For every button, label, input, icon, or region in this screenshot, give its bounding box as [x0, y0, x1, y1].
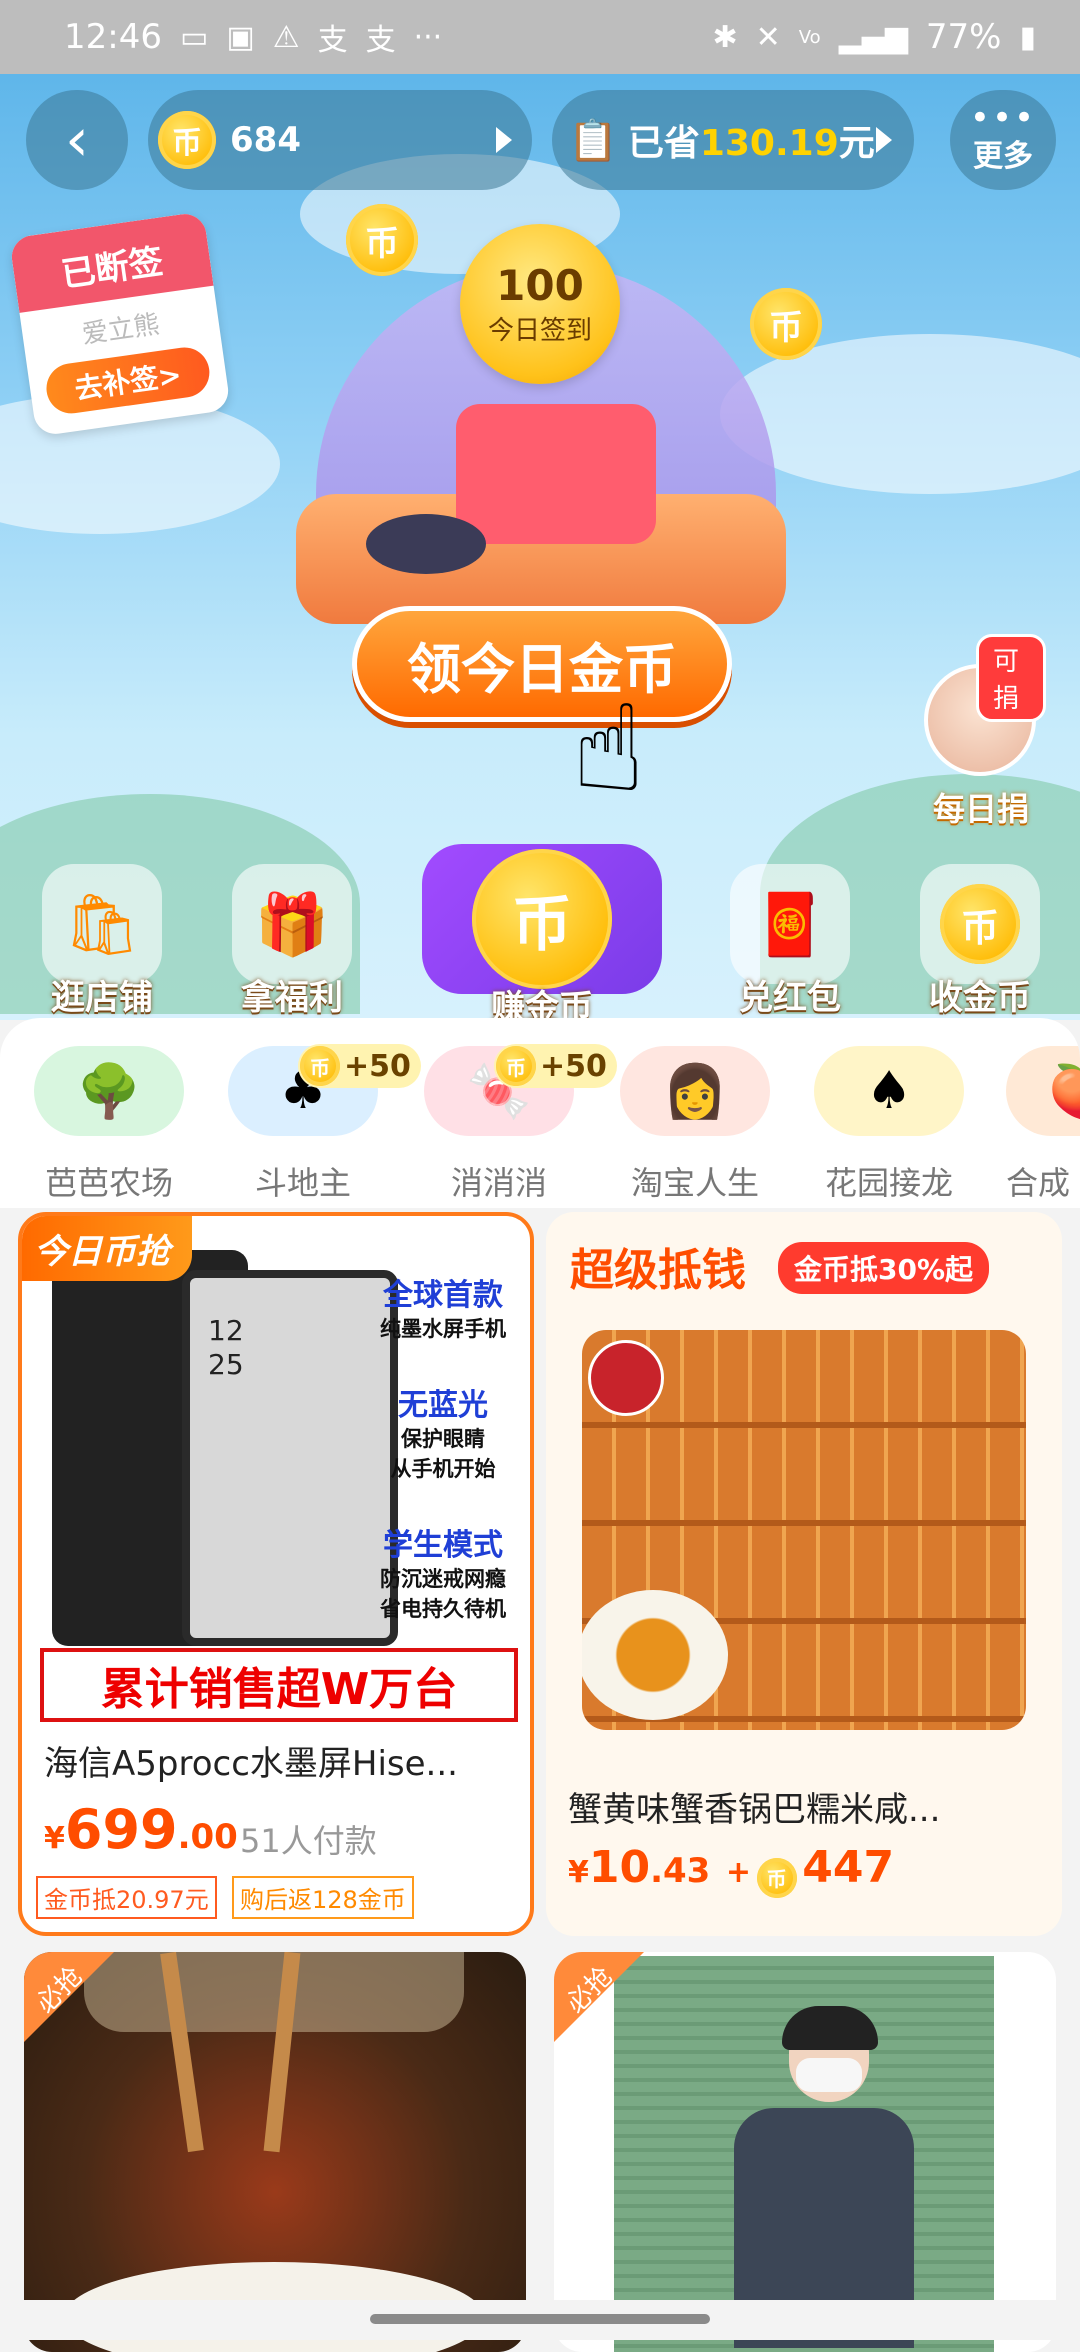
- gift-icon: 🎁: [232, 864, 352, 984]
- coin-icon: 币: [422, 844, 662, 994]
- feature-shop[interactable]: 🛍 逛店铺: [32, 864, 172, 1019]
- section-title: 超级抵钱: [570, 1245, 746, 1296]
- tv-icon: ▣: [226, 19, 255, 55]
- product-card-crackers[interactable]: 超级抵钱 金币抵30%起 蟹黄味蟹香锅巴糯米咸... ¥10.43 + 币 44…: [546, 1212, 1062, 1936]
- more-label: 更多: [973, 139, 1033, 174]
- pointing-hand-icon: ☝: [572, 680, 646, 819]
- calendar-title: 已断签: [9, 211, 214, 313]
- games-row: 🌳 芭芭农场 ♣ 币 +50 斗地主 🍬 币 +50 消消消 👩 淘宝人生 ♠ …: [0, 1018, 1080, 1208]
- coin-collect-icon: 币: [920, 864, 1040, 984]
- donate-badge: 可捐: [976, 634, 1046, 722]
- receipt-icon: 📋: [568, 117, 618, 164]
- today-coin-tag: 今日币抢: [22, 1216, 192, 1281]
- daily-donate-button[interactable]: 可捐 每日捐: [916, 634, 1046, 828]
- battery-percent: 77%: [925, 17, 1002, 57]
- signal-icon: ▂▄▆: [838, 19, 908, 55]
- floating-coin-icon: 币: [750, 288, 822, 360]
- feature-welfare[interactable]: 🎁 拿福利: [222, 864, 362, 1019]
- floating-coin-icon: 币: [346, 204, 418, 276]
- play-arrow-icon: [876, 127, 892, 153]
- product-card-hisense[interactable]: 今日币抢 12 25 全球首款 纯墨水屏手机 无蓝光 保护眼睛 从手机开始 学生…: [18, 1212, 534, 1936]
- cashback-chip: 购后返128金币: [232, 1876, 414, 1919]
- feature-row: 🛍 逛店铺 🎁 拿福利 币 赚金币 🧧 兑红包 币 收金币: [0, 834, 1080, 1020]
- product-card-shirt[interactable]: 必抢: [554, 1952, 1056, 2352]
- coin-balance-button[interactable]: 币 684: [148, 90, 532, 190]
- alipay-icon: 支: [317, 23, 348, 58]
- product-card-pickles[interactable]: 必抢: [24, 1952, 526, 2352]
- game-merge[interactable]: 🍑 合成: [1006, 1046, 1080, 1204]
- daily-sign-bubble[interactable]: 100 今日签到: [460, 224, 620, 384]
- sign-label: 今日签到: [487, 316, 592, 346]
- game-taobao-life[interactable]: 👩 淘宝人生: [620, 1046, 770, 1204]
- warning-icon: ⚠: [272, 19, 300, 55]
- gold-coin-icon: 币: [300, 1046, 340, 1086]
- mute-icon: ✕: [755, 19, 781, 55]
- product-title: 蟹黄味蟹香锅巴糯米咸...: [568, 1790, 941, 1830]
- back-button[interactable]: ‹: [26, 90, 128, 190]
- gold-coin-icon: 币: [158, 111, 216, 169]
- product-title: 海信A5procc水墨屏Hise...: [44, 1744, 458, 1784]
- status-bar: 12:46 ▭ ▣ ⚠ 支 支 ··· ✱ ✕ Vo ▂▄▆ 77% ▮: [0, 0, 1080, 74]
- feature-red-envelope[interactable]: 🧧 兑红包: [720, 864, 860, 1019]
- chef-logo-icon: [588, 1340, 664, 1416]
- game-match[interactable]: 🍬 币 +50 消消消: [424, 1044, 617, 1204]
- sign-amount: 100: [496, 261, 584, 310]
- alipay-icon: 支: [365, 23, 396, 58]
- red-envelope-icon: 🧧: [730, 864, 850, 984]
- game-farm[interactable]: 🌳 芭芭农场: [34, 1046, 184, 1204]
- battery-icon: ▮: [1019, 19, 1036, 55]
- avatar-girl-icon: 👩: [620, 1046, 770, 1136]
- coin-count: 684: [230, 120, 301, 160]
- hero-section: ‹ 币 684 📋 已省130.19元 ••• 更多 已断签 爱立熊 去补签> …: [0, 74, 1080, 1020]
- coin-discount-chip: 金币抵20.97元: [36, 1876, 217, 1919]
- product-image: [582, 1330, 1026, 1730]
- donate-label: 每日捐: [932, 790, 1029, 828]
- more-dots-icon: •••: [969, 98, 1037, 138]
- gesture-navigation-bar: [0, 2300, 1080, 2340]
- volte-icon: Vo: [798, 26, 821, 48]
- product-image: 12 25 全球首款 纯墨水屏手机 无蓝光 保护眼睛 从手机开始 学生模式 防沉…: [32, 1220, 522, 1722]
- fruit-icon: 🍑: [1006, 1046, 1080, 1136]
- more-dots-icon: ···: [413, 19, 443, 55]
- bluetooth-icon: ✱: [712, 19, 738, 55]
- makeup-sign-button[interactable]: 去补签>: [43, 344, 213, 417]
- sign-calendar-card[interactable]: 已断签 爱立熊 去补签>: [9, 211, 231, 437]
- feature-earn-coins[interactable]: 币 赚金币: [422, 844, 662, 1020]
- paid-count: 51人付款: [240, 1822, 377, 1860]
- saved-prefix: 已省: [627, 123, 700, 164]
- game-garden-solitaire[interactable]: ♠ 花园接龙: [814, 1046, 964, 1204]
- saved-suffix: 元: [838, 123, 875, 164]
- shopping-bag-icon: 🛍: [42, 864, 162, 984]
- screen-clock: 12 25: [208, 1314, 244, 1381]
- product-price: ¥10.43 + 币 447: [568, 1842, 894, 1898]
- play-arrow-icon: [496, 127, 512, 153]
- bonus-badge: 币 +50: [494, 1044, 617, 1088]
- gold-coin-icon: 币: [756, 1857, 797, 1898]
- claim-coins-button[interactable]: 领今日金币: [352, 606, 732, 722]
- farm-tree-icon: 🌳: [34, 1046, 184, 1136]
- status-time: 12:46: [64, 17, 162, 57]
- model-figure: [734, 2006, 914, 2348]
- coin-discount-badge: 金币抵30%起: [778, 1242, 990, 1294]
- product-price: ¥699.00: [44, 1798, 238, 1861]
- chevron-left-icon: ‹: [65, 105, 89, 175]
- bonus-badge: 币 +50: [298, 1044, 421, 1088]
- feature-collect-coins[interactable]: 币 收金币: [910, 864, 1050, 1019]
- sales-banner: 累计销售超W万台: [40, 1648, 518, 1722]
- home-indicator[interactable]: [370, 2314, 710, 2324]
- saved-amount: 130.19: [699, 123, 839, 164]
- message-icon: ▭: [179, 19, 209, 55]
- game-doudizhu[interactable]: ♣ 币 +50 斗地主: [228, 1044, 421, 1204]
- gold-coin-icon: 币: [496, 1046, 536, 1086]
- saved-amount-button[interactable]: 📋 已省130.19元: [552, 90, 914, 190]
- more-button[interactable]: ••• 更多: [950, 90, 1056, 190]
- card-spade-icon: ♠: [814, 1046, 964, 1136]
